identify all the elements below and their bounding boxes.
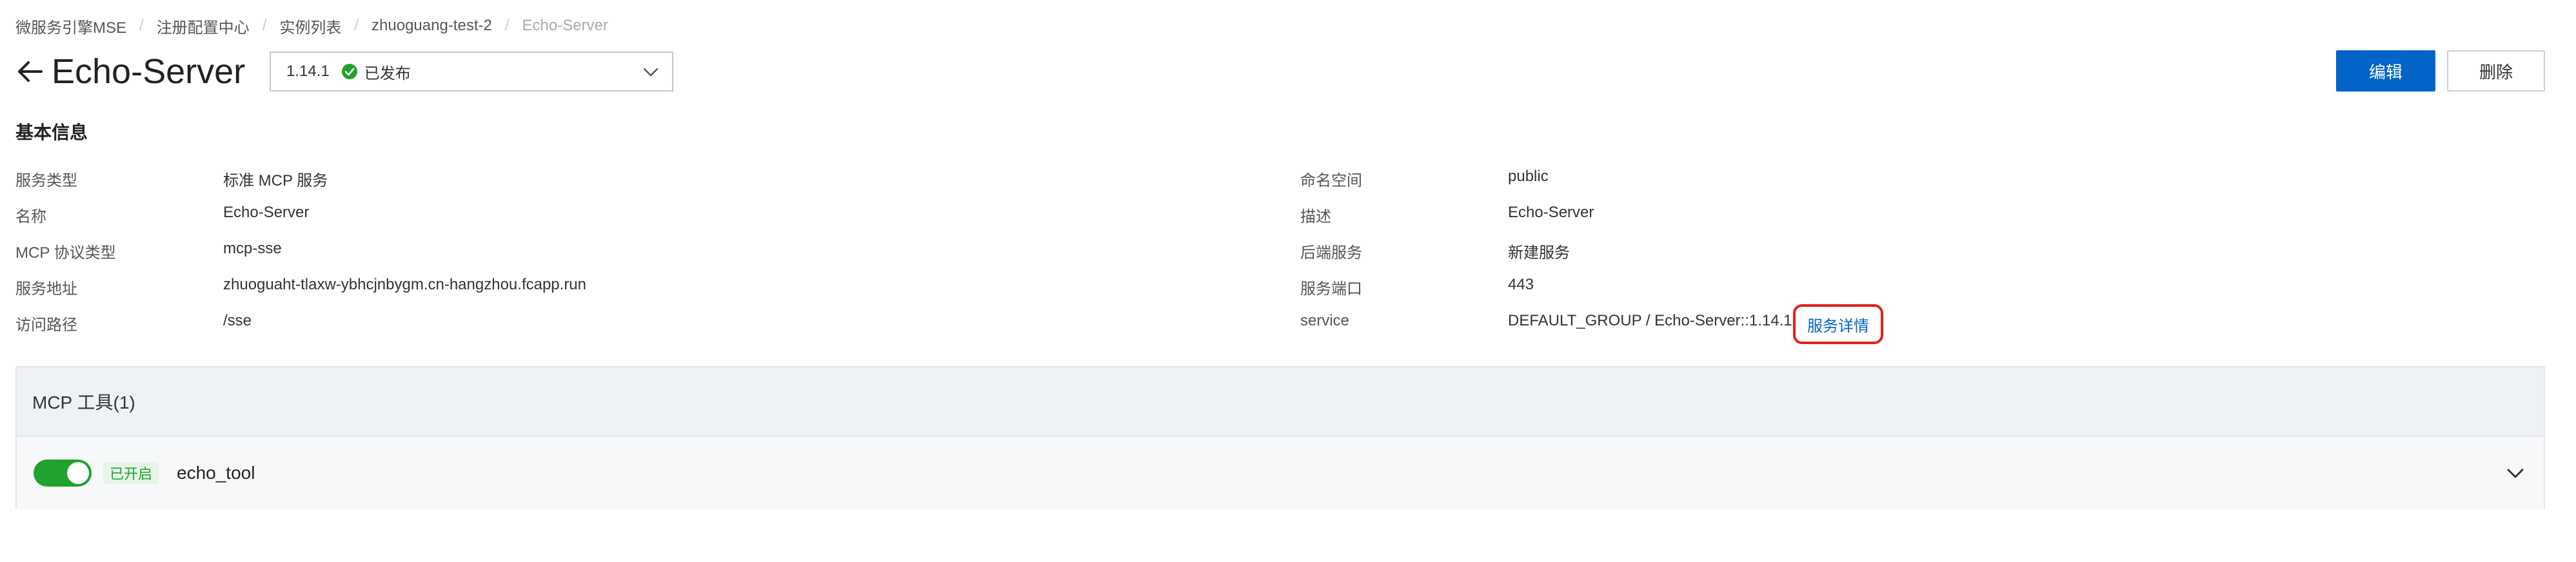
tool-name: echo_tool — [177, 463, 255, 483]
breadcrumb-separator: / — [262, 17, 267, 34]
version-value: 1.14.1 — [286, 63, 330, 80]
section-title-basic-info: 基本信息 — [15, 122, 88, 142]
version-select[interactable]: 1.14.1 已发布 — [270, 52, 673, 92]
info-label-path: 访问路径 — [15, 316, 77, 334]
version-status: 已发布 — [364, 64, 411, 82]
page-title: Echo-Server — [52, 52, 246, 91]
breadcrumb-separator: / — [139, 17, 144, 34]
mcp-tools-title: MCP 工具(1) — [17, 367, 2544, 436]
info-value-protocol: mcp-sse — [223, 240, 282, 257]
check-circle-icon — [341, 64, 357, 79]
toggle-knob — [67, 462, 89, 484]
edit-button[interactable]: 编辑 — [2336, 50, 2435, 92]
info-label-service-type: 服务类型 — [15, 172, 77, 189]
mcp-tools-panel: MCP 工具(1) 已开启 echo_tool — [15, 366, 2545, 509]
breadcrumb-separator: / — [504, 17, 510, 34]
breadcrumb: 微服务引擎MSE / 注册配置中心 / 实例列表 / zhuoguang-tes… — [15, 14, 608, 37]
chevron-down-icon — [643, 68, 659, 77]
arrow-left-icon[interactable] — [15, 57, 44, 86]
page-header: Echo-Server 1.14.1 已发布 — [15, 49, 673, 94]
chevron-down-icon[interactable] — [2504, 461, 2527, 485]
breadcrumb-item-instance-list[interactable]: 实例列表 — [279, 15, 341, 37]
info-label-service: service — [1300, 312, 1350, 329]
info-label-description: 描述 — [1300, 208, 1331, 226]
breadcrumb-item-registry[interactable]: 注册配置中心 — [157, 15, 250, 37]
info-value-name: Echo-Server — [223, 204, 310, 221]
tool-row: 已开启 echo_tool — [17, 436, 2544, 509]
info-value-namespace: public — [1508, 168, 1549, 185]
info-value-path: /sse — [223, 312, 252, 329]
breadcrumb-item-mse[interactable]: 微服务引擎MSE — [15, 15, 126, 37]
breadcrumb-separator: / — [354, 17, 359, 34]
info-value-service: DEFAULT_GROUP / Echo-Server::1.14.1 — [1508, 312, 1792, 329]
info-label-backend: 后端服务 — [1300, 244, 1362, 262]
info-label-protocol: MCP 协议类型 — [15, 244, 116, 262]
delete-button[interactable]: 删除 — [2447, 50, 2545, 92]
info-value-service-type: 标准 MCP 服务 — [223, 172, 328, 189]
tool-enable-toggle[interactable] — [34, 460, 92, 487]
breadcrumb-item-current: Echo-Server — [522, 17, 608, 34]
info-value-description: Echo-Server — [1508, 204, 1594, 221]
info-value-port: 443 — [1508, 276, 1534, 293]
status-badge: 已开启 — [103, 462, 159, 484]
info-value-address: zhuoguaht-tlaxw-ybhcjnbygm.cn-hangzhou.f… — [223, 276, 587, 293]
info-value-backend: 新建服务 — [1508, 244, 1570, 262]
breadcrumb-item-instance[interactable]: zhuoguang-test-2 — [372, 17, 492, 35]
service-detail-link[interactable]: 服务详情 — [1793, 304, 1883, 344]
info-label-name: 名称 — [15, 208, 46, 226]
info-label-address: 服务地址 — [15, 280, 77, 298]
info-label-port: 服务端口 — [1300, 280, 1362, 298]
info-label-namespace: 命名空间 — [1300, 172, 1362, 189]
